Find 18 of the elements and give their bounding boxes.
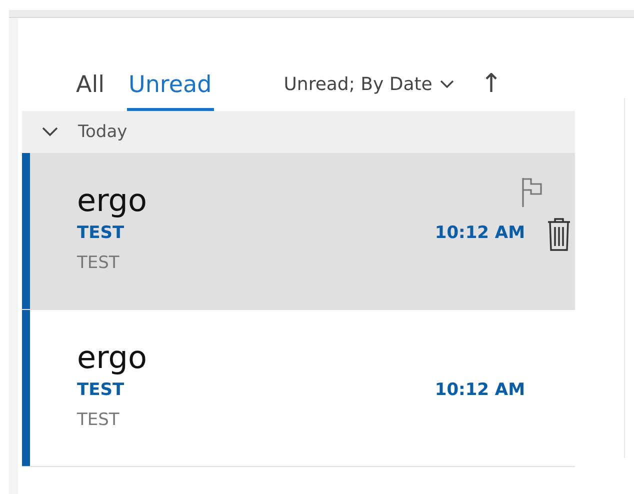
message-item[interactable]: ergo TEST 10:12 AM TEST [22, 310, 575, 467]
sort-direction-button[interactable]: ↑ [480, 69, 502, 111]
subject: TEST [77, 223, 124, 243]
chevron-icon[interactable] [42, 127, 58, 137]
group-header: Today [78, 122, 128, 142]
preview: TEST [77, 410, 120, 430]
delete-icon[interactable] [547, 218, 571, 252]
chevron-down-icon [440, 80, 454, 89]
subject: TEST [77, 380, 124, 400]
preview: TEST [77, 253, 120, 273]
sender-name: ergo [77, 183, 148, 219]
time: 10:12 AM [434, 380, 525, 400]
message-item[interactable]: ergo TEST 10:12 AM TEST [22, 153, 575, 310]
time: 10:12 AM [434, 223, 525, 243]
sort-dropdown[interactable]: Unread; By Date [284, 74, 454, 111]
filter-tab[interactable]: All [74, 72, 107, 111]
sender-name: ergo [77, 340, 148, 376]
flag-icon[interactable] [521, 177, 543, 207]
